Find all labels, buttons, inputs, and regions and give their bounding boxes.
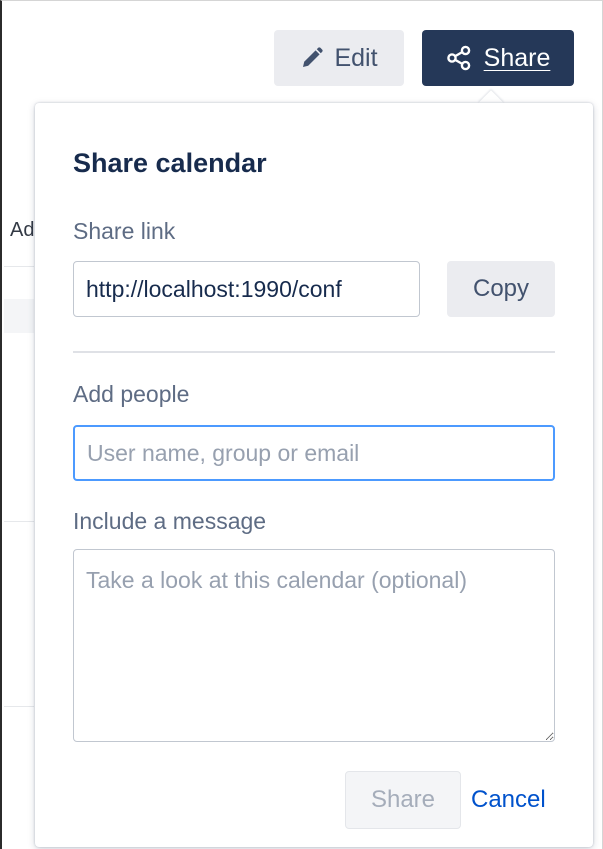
edit-button[interactable]: Edit: [274, 30, 404, 86]
background-peek-text: Ad: [10, 219, 35, 241]
background-divider: [4, 706, 34, 707]
section-divider: [73, 351, 555, 353]
share-submit-button[interactable]: Share: [345, 771, 461, 829]
message-textarea[interactable]: [73, 549, 555, 742]
add-people-input[interactable]: [73, 425, 555, 481]
share-button-label: Share: [483, 43, 551, 72]
share-calendar-dialog: Share calendar Share link Copy Add peopl…: [35, 103, 593, 847]
background-divider: [4, 266, 34, 267]
share-link-field[interactable]: [73, 261, 420, 317]
copy-button[interactable]: Copy: [447, 261, 555, 317]
pencil-icon: [300, 46, 324, 70]
share-button[interactable]: Share: [422, 30, 574, 86]
background-header-cell: [4, 299, 34, 333]
share-link-label: Share link: [73, 218, 176, 244]
message-label: Include a message: [73, 508, 267, 534]
dialog-title: Share calendar: [73, 148, 267, 178]
add-people-label: Add people: [73, 381, 190, 407]
cancel-link[interactable]: Cancel: [471, 771, 546, 829]
page: Ad Edit Share Share calendar Share link: [0, 0, 603, 849]
background-divider: [4, 521, 34, 522]
share-nodes-icon: [446, 45, 472, 71]
edit-button-label: Edit: [334, 43, 378, 72]
